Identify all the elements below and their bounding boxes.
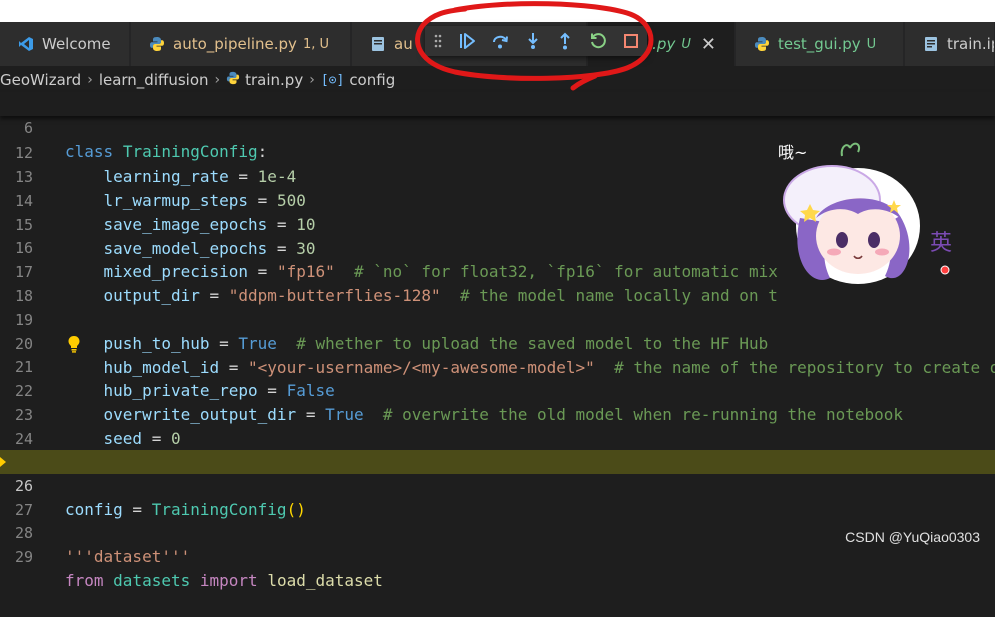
- tab-status-badge: U: [866, 36, 877, 52]
- tab-label: i.py: [648, 35, 676, 53]
- code-row[interactable]: 22 overwrite_output_dir = True # overwri…: [0, 355, 995, 424]
- stop-icon[interactable]: [614, 26, 647, 56]
- chevron-right-icon: ›: [87, 72, 93, 88]
- tab-auto-pipeline[interactable]: auto_pipeline.py 1, U: [131, 22, 351, 66]
- line-number: 29: [14, 548, 33, 566]
- sticky-scroll-line[interactable]: 6 class TrainingConfig:: [0, 92, 995, 161]
- code-row[interactable]: 24: [0, 403, 995, 448]
- code-row[interactable]: 25: [0, 426, 995, 471]
- chevron-right-icon: ›: [214, 72, 221, 88]
- breadcrumb-item-file[interactable]: train.py: [245, 71, 303, 89]
- python-icon: [226, 71, 240, 89]
- breadcrumb: GeoWizard › learn_diffusion › train.py ›…: [0, 68, 995, 92]
- step-into-icon[interactable]: [516, 26, 549, 56]
- code-line: class TrainingConfig:: [65, 142, 268, 161]
- code-row[interactable]: 28 '''dataset''': [0, 497, 995, 566]
- tab-label: au: [394, 35, 413, 53]
- step-over-icon[interactable]: [483, 26, 516, 56]
- code-line: from datasets import load_dataset: [65, 571, 383, 590]
- tab-train-notebook[interactable]: train.ip: [905, 22, 995, 66]
- tab-label: Welcome: [42, 35, 111, 53]
- variable-icon: [⊙]: [320, 72, 345, 88]
- close-icon[interactable]: ✕: [701, 34, 716, 55]
- svg-text:英: 英: [930, 231, 952, 256]
- watermark: CSDN @YuQiao0303: [845, 529, 980, 545]
- breadcrumb-item-workspace[interactable]: GeoWizard: [0, 71, 81, 89]
- code-row[interactable]: 20 hub_model_id = "<your-username>/<my-a…: [0, 308, 995, 377]
- chevron-right-icon: ›: [309, 72, 315, 88]
- continue-icon[interactable]: [451, 26, 484, 56]
- sticker-text: 哦~: [778, 143, 807, 162]
- notebook-icon: [923, 36, 939, 52]
- window-top-strip: [0, 0, 995, 22]
- restart-icon[interactable]: [582, 26, 615, 56]
- step-out-icon[interactable]: [549, 26, 582, 56]
- tab-label: train.ip: [947, 35, 994, 53]
- drag-grip-icon[interactable]: [425, 26, 451, 56]
- code-row[interactable]: 27: [0, 474, 995, 519]
- lightbulb-icon[interactable]: [66, 335, 82, 353]
- tab-label: test_gui.py: [778, 35, 861, 53]
- code-line: '''dataset''': [65, 547, 191, 566]
- breadcrumb-item-symbol[interactable]: config: [349, 71, 395, 89]
- python-icon: [149, 36, 165, 52]
- code-row[interactable]: 23 seed = 0: [0, 379, 995, 448]
- tab-label: auto_pipeline.py: [173, 35, 297, 53]
- code-row[interactable]: 21 hub_private_repo = False: [0, 331, 995, 400]
- tab-test-gui[interactable]: test_gui.py U: [736, 22, 904, 66]
- breakpoint-arrow-icon: [0, 457, 6, 467]
- tab-status-badge: U: [681, 36, 691, 52]
- vscode-icon: [18, 36, 34, 52]
- python-icon: [754, 36, 770, 52]
- tab-welcome[interactable]: Welcome: [0, 22, 130, 66]
- file-icon: [370, 36, 386, 52]
- debug-toolbar: [425, 26, 647, 56]
- current-execution-line[interactable]: 26 config = TrainingConfig(): [0, 450, 995, 519]
- anime-sticker-image: 英 哦~: [770, 138, 960, 298]
- breadcrumb-item-folder[interactable]: learn_diffusion: [99, 71, 209, 89]
- tab-status-badge: 1, U: [302, 36, 329, 52]
- line-number: 6: [23, 119, 33, 137]
